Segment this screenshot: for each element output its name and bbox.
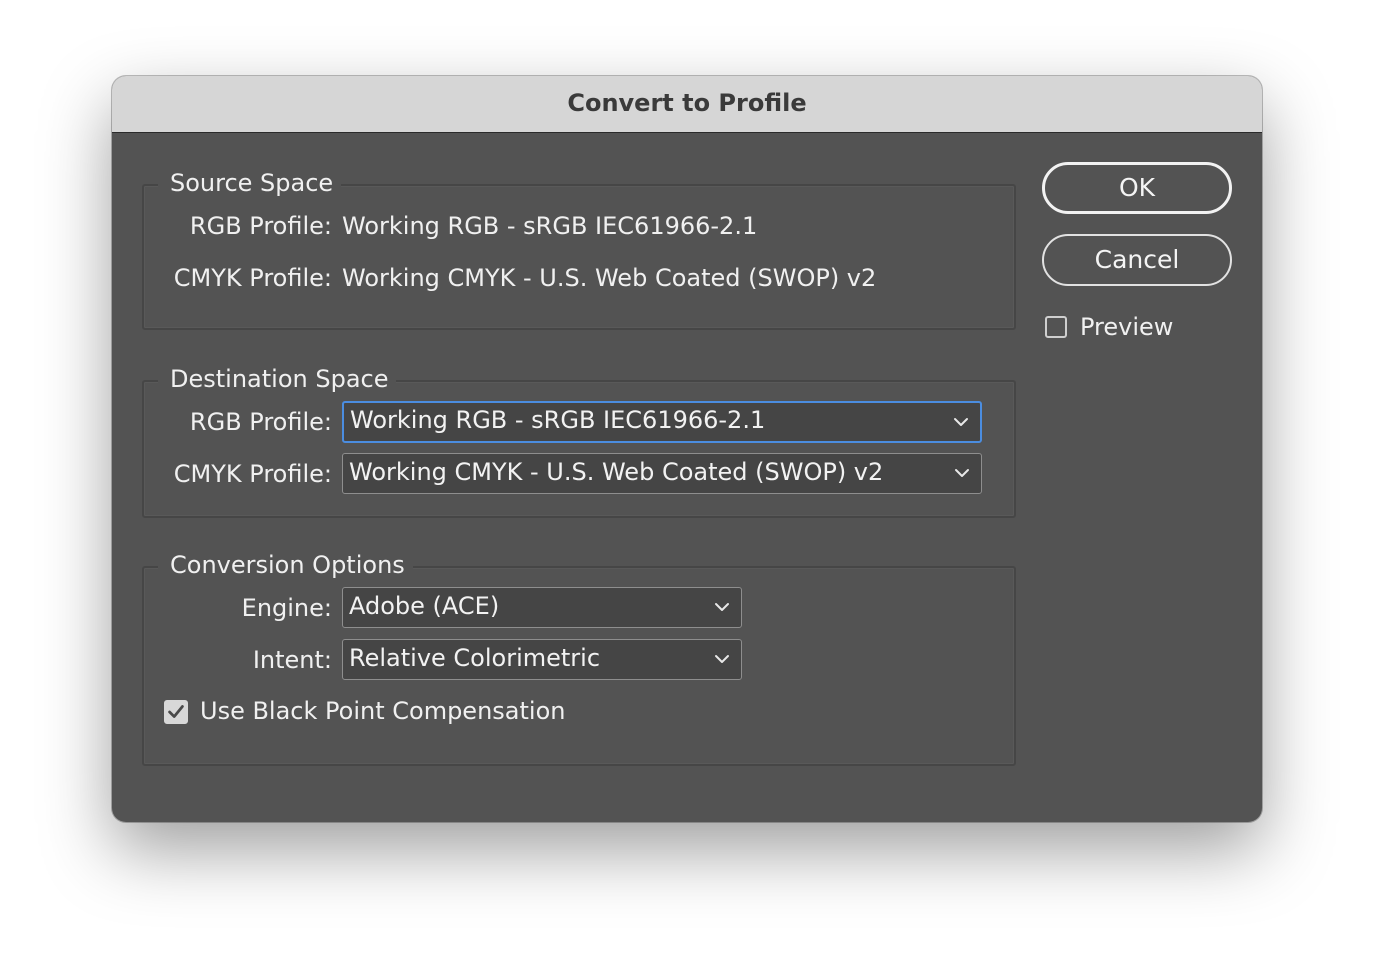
chevron-down-icon (955, 469, 969, 477)
preview-checkbox[interactable] (1045, 316, 1067, 338)
black-point-compensation-label[interactable]: Use Black Point Compensation (200, 695, 565, 727)
destination-space-title: Destination Space (158, 362, 397, 396)
conversion-options-title: Conversion Options (158, 548, 413, 582)
intent-select[interactable]: Relative Colorimetric (342, 639, 742, 680)
convert-to-profile-dialog: Convert to Profile Source Space RGB Prof… (112, 76, 1262, 822)
engine-label: Engine: (241, 594, 332, 622)
destination-cmyk-profile-value: Working CMYK - U.S. Web Coated (SWOP) v2 (349, 458, 884, 486)
cancel-button[interactable]: Cancel (1042, 234, 1232, 286)
intent-value: Relative Colorimetric (349, 644, 601, 672)
destination-rgb-profile-select[interactable]: Working RGB - sRGB IEC61966-2.1 (342, 401, 982, 443)
preview-label[interactable]: Preview (1080, 311, 1173, 343)
dialog-title: Convert to Profile (112, 76, 1262, 133)
source-space-title: Source Space (158, 166, 342, 200)
black-point-compensation-checkbox[interactable] (164, 700, 188, 724)
chevron-down-icon (715, 655, 729, 663)
intent-label: Intent: (252, 646, 332, 674)
source-rgb-label: RGB Profile: (189, 212, 332, 240)
destination-cmyk-label: CMYK Profile: (173, 460, 332, 488)
destination-rgb-profile-value: Working RGB - sRGB IEC61966-2.1 (350, 406, 766, 434)
source-cmyk-value: Working CMYK - U.S. Web Coated (SWOP) v2 (342, 264, 877, 292)
source-space-group: Source Space (142, 166, 1016, 330)
chevron-down-icon (954, 418, 968, 426)
engine-value: Adobe (ACE) (349, 592, 500, 620)
ok-button[interactable]: OK (1042, 162, 1232, 214)
destination-cmyk-profile-select[interactable]: Working CMYK - U.S. Web Coated (SWOP) v2 (342, 453, 982, 494)
destination-rgb-label: RGB Profile: (189, 408, 332, 436)
source-cmyk-label: CMYK Profile: (173, 264, 332, 292)
checkmark-icon (168, 705, 184, 718)
chevron-down-icon (715, 603, 729, 611)
source-rgb-value: Working RGB - sRGB IEC61966-2.1 (342, 212, 758, 240)
engine-select[interactable]: Adobe (ACE) (342, 587, 742, 628)
